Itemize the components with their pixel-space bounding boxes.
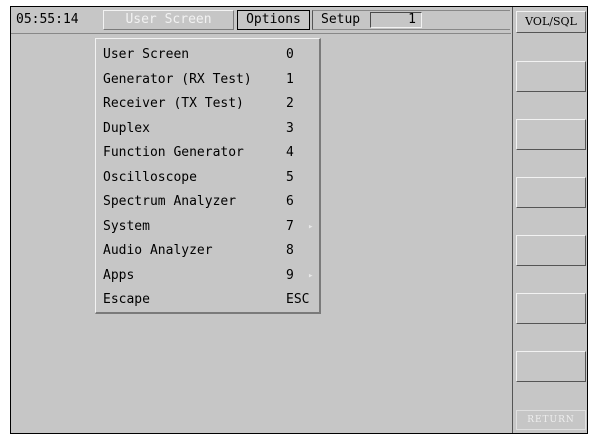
- screen-selector-button[interactable]: User Screen: [103, 10, 234, 30]
- menu-item-duplex[interactable]: Duplex 3: [96, 117, 319, 141]
- instrument-screen: 05:55:14 User Screen Options Setup 1 Use…: [10, 6, 588, 434]
- softkey-blank-3[interactable]: [516, 177, 586, 208]
- setup-label: Setup: [321, 12, 361, 27]
- menu-item-shortcut: 8: [286, 243, 294, 258]
- menu-item-oscilloscope[interactable]: Oscilloscope 5: [96, 166, 319, 190]
- menu-item-shortcut: 7: [286, 218, 294, 234]
- menu-item-shortcut: 9: [286, 267, 294, 283]
- menu-item-label: Spectrum Analyzer: [103, 194, 237, 209]
- softkey-blank-2[interactable]: [516, 119, 586, 150]
- triangle-right-icon: ▸: [308, 221, 314, 232]
- softkey-blank-4[interactable]: [516, 235, 586, 266]
- menu-item-shortcut: 0: [286, 47, 294, 62]
- menu-item-label: System: [103, 218, 150, 234]
- menu-item-shortcut: ESC: [286, 292, 310, 307]
- menu-item-label: Function Generator: [103, 145, 244, 160]
- vol-sql-softkey[interactable]: VOL/SQL: [516, 11, 586, 33]
- menu-item-shortcut: 1: [286, 71, 294, 87]
- menu-item-receiver-tx-test[interactable]: Receiver (TX Test) 2: [96, 92, 319, 116]
- menu-item-label: Receiver (TX Test): [103, 96, 244, 111]
- menu-item-shortcut: 2: [286, 96, 294, 111]
- menu-item-user-screen[interactable]: User Screen 0: [96, 43, 319, 67]
- menu-item-apps[interactable]: Apps 9 ▸: [96, 264, 319, 288]
- menu-item-spectrum-analyzer[interactable]: Spectrum Analyzer 6: [96, 190, 319, 214]
- softkey-blank-5[interactable]: [516, 293, 586, 324]
- return-softkey[interactable]: RETURN: [516, 410, 586, 430]
- menu-item-shortcut: 6: [286, 194, 294, 209]
- options-button[interactable]: Options: [237, 10, 310, 30]
- softkey-blank-1[interactable]: [516, 61, 586, 92]
- menu-item-system[interactable]: System 7 ▸: [96, 215, 319, 239]
- menu-item-function-generator[interactable]: Function Generator 4: [96, 141, 319, 165]
- menu-item-label: Generator (RX Test): [103, 71, 252, 87]
- setup-number-field[interactable]: 1: [370, 12, 422, 28]
- options-menu: User Screen 0 Generator (RX Test) 1 Receiver…: [95, 38, 321, 314]
- menu-item-label: Oscilloscope: [103, 169, 197, 185]
- menu-item-label: Escape: [103, 292, 150, 307]
- menu-item-label: User Screen: [103, 47, 190, 62]
- menu-item-label: Audio Analyzer: [103, 243, 213, 258]
- softkey-blank-6[interactable]: [516, 351, 586, 382]
- menu-item-label: Apps: [103, 267, 135, 283]
- top-bar: 05:55:14 User Screen Options Setup 1: [11, 7, 587, 33]
- triangle-right-icon: ▸: [308, 270, 314, 281]
- menu-item-shortcut: 5: [286, 169, 294, 185]
- header-divider: [11, 33, 511, 34]
- menu-item-shortcut: 4: [286, 145, 294, 160]
- setup-area: Setup 1: [312, 10, 510, 30]
- menu-item-audio-analyzer[interactable]: Audio Analyzer 8: [96, 239, 319, 263]
- softkey-column: VOL/SQL RETURN: [512, 7, 587, 433]
- menu-item-escape[interactable]: Escape ESC: [96, 288, 319, 312]
- menu-item-generator-rx-test[interactable]: Generator (RX Test) 1: [96, 68, 319, 92]
- menu-item-shortcut: 3: [286, 120, 294, 136]
- menu-item-label: Duplex: [103, 120, 150, 136]
- clock-display: 05:55:14: [16, 12, 79, 27]
